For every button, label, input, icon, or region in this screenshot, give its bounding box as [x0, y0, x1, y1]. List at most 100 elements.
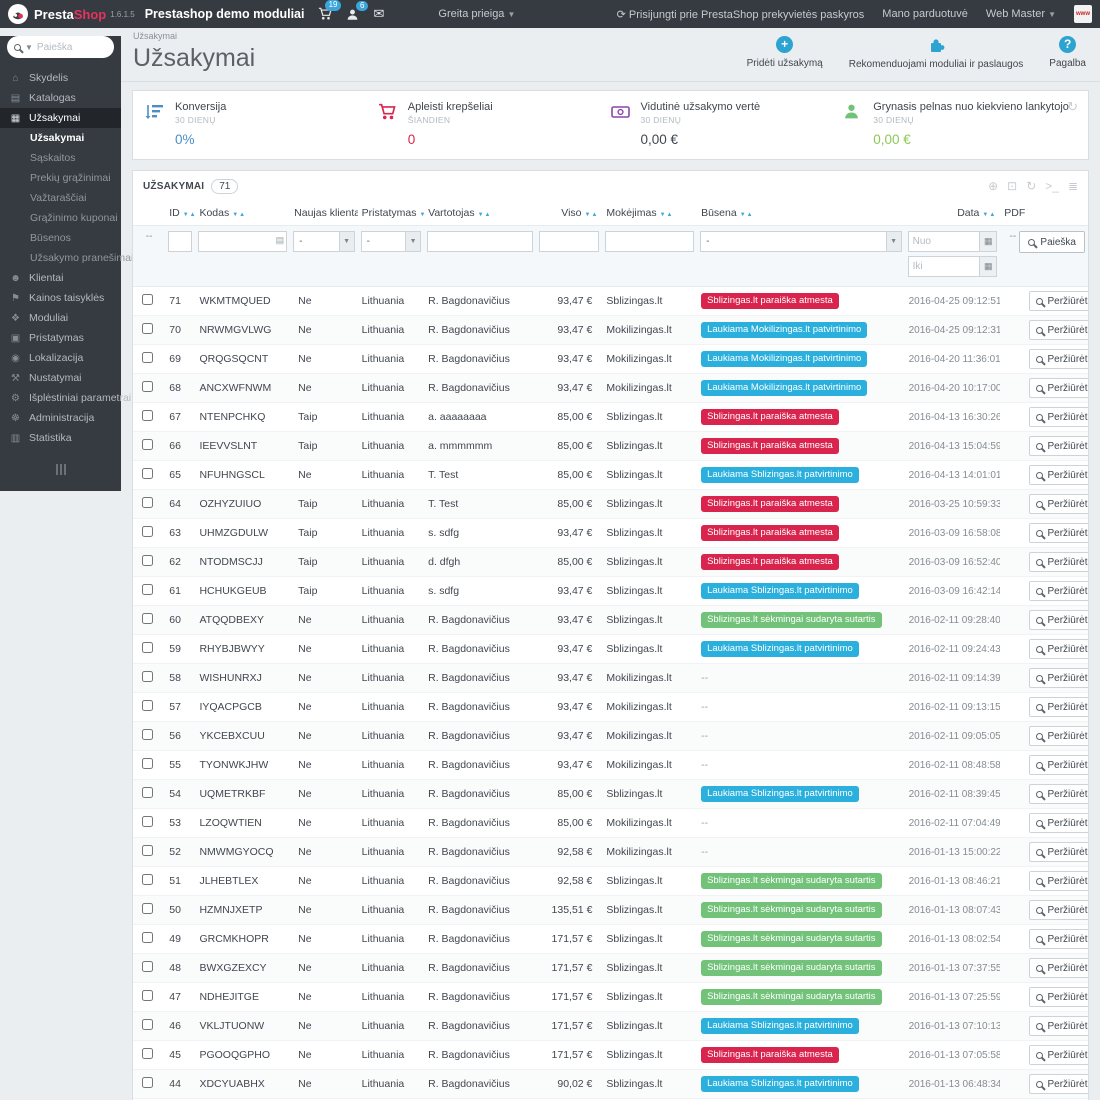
filter-date-to-input[interactable] [908, 256, 980, 277]
view-order-button[interactable]: Peržiūrėti [1029, 987, 1088, 1007]
add-order-button[interactable]: + Pridėti užsakymą [747, 36, 823, 70]
user-menu[interactable]: Web Master ▼ [986, 8, 1056, 20]
row-checkbox[interactable] [142, 352, 153, 363]
view-order-button[interactable]: Peržiūrėti [1029, 465, 1088, 485]
sort-icons[interactable]: ▼▲ [183, 212, 196, 218]
row-checkbox[interactable] [142, 642, 153, 653]
filter-customer-input[interactable] [427, 231, 533, 252]
view-order-button[interactable]: Peržiūrėti [1029, 784, 1088, 804]
view-order-button[interactable]: Peržiūrėti [1029, 349, 1088, 369]
sidebar-subitem[interactable]: Būsenos [0, 228, 121, 248]
sort-icons[interactable]: ▼▲ [660, 212, 674, 218]
user-avatar[interactable]: www [1074, 5, 1092, 23]
view-order-button[interactable]: Peržiūrėti [1029, 320, 1088, 340]
sidebar-item[interactable]: ▤Katalogas [0, 88, 121, 108]
add-icon[interactable]: ⊕ [988, 179, 998, 193]
view-order-button[interactable]: Peržiūrėti [1029, 929, 1088, 949]
column-header[interactable]: Vartotojas▼▲ [424, 201, 536, 226]
view-order-button[interactable]: Peržiūrėti [1029, 610, 1088, 630]
row-checkbox[interactable] [142, 497, 153, 508]
sort-icons[interactable]: ▼▲ [232, 212, 246, 218]
column-header[interactable]: ID▼▲ [165, 201, 195, 226]
row-checkbox[interactable] [142, 410, 153, 421]
sidebar-item[interactable]: ☻Klientai [0, 268, 121, 288]
row-checkbox[interactable] [142, 1048, 153, 1059]
view-order-button[interactable]: Peržiūrėti [1029, 755, 1088, 775]
row-checkbox[interactable] [142, 381, 153, 392]
sql-manager-icon[interactable]: ≣ [1068, 179, 1078, 193]
row-checkbox[interactable] [142, 758, 153, 769]
view-order-button[interactable]: Peržiūrėti [1029, 1016, 1088, 1036]
refresh-icon[interactable]: ↻ [1067, 99, 1078, 115]
sort-icons[interactable]: ▼▲ [982, 212, 996, 218]
row-checkbox[interactable] [142, 613, 153, 624]
sidebar-item[interactable]: ⌂Skydelis [0, 68, 121, 88]
sidebar-subitem[interactable]: Prekių grąžinimai [0, 168, 121, 188]
view-order-button[interactable]: Peržiūrėti [1029, 378, 1088, 398]
marketplace-link[interactable]: ⟳ Prisijungti prie PrestaShop prekyvietė… [617, 8, 865, 21]
filter-search-button[interactable]: Paieška [1019, 231, 1085, 253]
row-checkbox[interactable] [142, 816, 153, 827]
view-order-button[interactable]: Peržiūrėti [1029, 291, 1088, 311]
row-checkbox[interactable] [142, 468, 153, 479]
sidebar-item[interactable]: ▣Pristatymas [0, 328, 121, 348]
column-header[interactable]: Data▼▲ [905, 201, 1001, 226]
view-order-button[interactable]: Peržiūrėti [1029, 552, 1088, 572]
sidebar-item[interactable]: ❖Moduliai [0, 308, 121, 328]
export-icon[interactable]: ⊡ [1007, 179, 1017, 193]
sort-icons[interactable]: ▼▲ [740, 212, 754, 218]
view-order-button[interactable]: Peržiūrėti [1029, 407, 1088, 427]
row-checkbox[interactable] [142, 729, 153, 740]
sidebar-item[interactable]: ⚑Kainos taisyklės [0, 288, 121, 308]
customers-notification-icon[interactable]: 6 [346, 8, 359, 21]
column-header[interactable]: Pristatymas▼▲ [358, 201, 424, 226]
view-order-button[interactable]: Peržiūrėti [1029, 726, 1088, 746]
filter-date-from-input[interactable] [908, 231, 980, 252]
sidebar-subitem[interactable]: Užsakymai [0, 128, 121, 148]
filter-payment-input[interactable] [605, 231, 694, 252]
row-checkbox[interactable] [142, 584, 153, 595]
row-checkbox[interactable] [142, 1077, 153, 1088]
sidebar-item[interactable]: ⚙Išplėstiniai parametrai [0, 388, 121, 408]
column-header[interactable]: Mokėjimas▼▲ [602, 201, 697, 226]
row-checkbox[interactable] [142, 555, 153, 566]
row-checkbox[interactable] [142, 874, 153, 885]
view-order-button[interactable]: Peržiūrėti [1029, 900, 1088, 920]
row-checkbox[interactable] [142, 990, 153, 1001]
filter-total-input[interactable] [539, 231, 599, 252]
cart-icon[interactable]: 19 [318, 7, 332, 21]
sql-console-icon[interactable]: >_ [1045, 179, 1059, 193]
view-order-button[interactable]: Peržiūrėti [1029, 1045, 1088, 1065]
row-checkbox[interactable] [142, 961, 153, 972]
row-checkbox[interactable] [142, 671, 153, 682]
filter-new-client-select[interactable]: -▼ [293, 231, 354, 252]
filter-delivery-select[interactable]: -▼ [361, 231, 421, 252]
view-order-button[interactable]: Peržiūrėti [1029, 842, 1088, 862]
sidebar-collapse-handle[interactable] [51, 464, 71, 475]
row-checkbox[interactable] [142, 526, 153, 537]
help-button[interactable]: ? Pagalba [1049, 36, 1086, 70]
row-checkbox[interactable] [142, 323, 153, 334]
sidebar-item[interactable]: ◉Lokalizacija [0, 348, 121, 368]
search-input[interactable] [37, 42, 107, 53]
sidebar-item[interactable]: ☸Administracija [0, 408, 121, 428]
row-checkbox[interactable] [142, 845, 153, 856]
row-checkbox[interactable] [142, 439, 153, 450]
sort-icons[interactable]: ▼▲ [419, 212, 424, 218]
row-checkbox[interactable] [142, 932, 153, 943]
row-checkbox[interactable] [142, 294, 153, 305]
sidebar-item[interactable]: ⚒Nustatymai [0, 368, 121, 388]
sidebar-subitem[interactable]: Važtaraščiai [0, 188, 121, 208]
row-checkbox[interactable] [142, 903, 153, 914]
view-order-button[interactable]: Peržiūrėti [1029, 639, 1088, 659]
sort-icons[interactable]: ▼▲ [585, 212, 599, 218]
row-checkbox[interactable] [142, 700, 153, 711]
filter-id-input[interactable] [168, 231, 192, 252]
view-order-button[interactable]: Peržiūrėti [1029, 697, 1088, 717]
view-order-button[interactable]: Peržiūrėti [1029, 668, 1088, 688]
row-checkbox[interactable] [142, 1019, 153, 1030]
column-header[interactable]: Viso▼▲ [536, 201, 602, 226]
column-header[interactable]: Būsena▼▲ [697, 201, 905, 226]
calendar-icon[interactable]: ▦ [979, 256, 997, 277]
view-order-button[interactable]: Peržiūrėti [1029, 871, 1088, 891]
